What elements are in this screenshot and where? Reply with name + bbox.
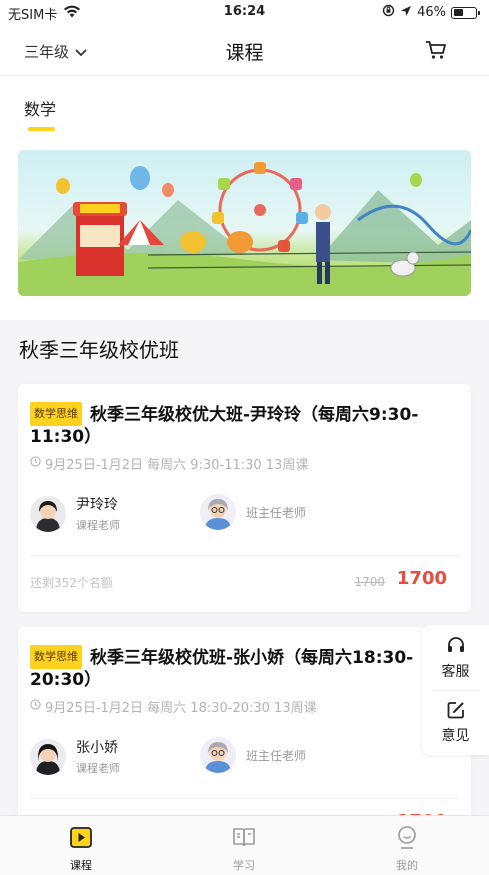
tab-math[interactable]: 数学: [24, 96, 56, 120]
head-teacher-avatar: [200, 494, 236, 530]
teacher-role: 课程老师: [76, 762, 120, 775]
panel-divider: [432, 690, 479, 691]
floating-help-panel: 客服 意见: [422, 625, 489, 755]
edit-icon: [446, 702, 466, 723]
course-icon: [68, 827, 94, 853]
course-price: 1700: [396, 568, 447, 589]
teacher-role: 课程老师: [76, 519, 120, 532]
battery-icon: [451, 6, 480, 19]
course-schedule: 9月25日-1月2日 每周六 18:30-20:30 13周课: [30, 697, 317, 716]
banner-container: [0, 150, 489, 320]
head-teacher-avatar: [200, 737, 236, 773]
course-teacher: 尹玲玲 课程老师: [30, 494, 120, 533]
tab-course-label: 课程: [70, 859, 92, 872]
feedback-button[interactable]: 意见: [422, 701, 489, 745]
head-teacher: 班主任老师: [200, 737, 306, 773]
course-card[interactable]: 数学思维 秋季三年级校优大班-尹玲玲（每周六9:30-11:30） 9月25日-1…: [18, 384, 471, 612]
subject-tab-bar: 数学: [0, 76, 489, 150]
tab-study[interactable]: 学习: [199, 824, 289, 873]
top-nav-bar: 三年级 课程: [0, 26, 489, 76]
course-title-text: 秋季三年级校优班-张小娇（每周六18:30-20:30）: [30, 648, 414, 690]
remaining-seats: 还剩352个名额: [30, 576, 113, 590]
customer-service-button[interactable]: 客服: [422, 637, 489, 681]
head-teacher-role: 班主任老师: [246, 505, 307, 520]
course-schedule: 9月25日-1月2日 每周六 9:30-11:30 13周课: [30, 454, 308, 473]
customer-service-label: 客服: [441, 664, 470, 680]
teacher-avatar: [30, 495, 66, 532]
course-title: 数学思维 秋季三年级校优班-张小娇（每周六18:30-20:30）: [30, 645, 450, 691]
head-teacher: 班主任老师: [200, 494, 306, 530]
tab-profile[interactable]: 我的: [362, 824, 452, 873]
subject-tag: 数学思维: [30, 402, 82, 426]
card-divider: [30, 555, 459, 556]
status-bar: 无SIM卡 16:24 46%: [0, 0, 489, 26]
clock-icon: [30, 456, 41, 471]
teacher-avatar: [30, 738, 66, 775]
course-title: 数学思维 秋季三年级校优大班-尹玲玲（每周六9:30-11:30）: [30, 402, 450, 448]
schedule-text: 9月25日-1月2日 每周六 9:30-11:30 13周课: [45, 458, 309, 473]
course-teacher: 张小娇 课程老师: [30, 737, 120, 776]
tab-course[interactable]: 课程: [36, 824, 126, 873]
lock-rotation-icon: [382, 4, 395, 21]
clock-icon: [30, 699, 41, 714]
head-teacher-role: 班主任老师: [246, 748, 307, 763]
battery-percent: 46%: [417, 5, 446, 20]
teacher-name: 张小娇: [76, 740, 118, 756]
feedback-label: 意见: [441, 728, 470, 744]
tab-study-label: 学习: [233, 859, 255, 872]
course-title-text: 秋季三年级校优大班-尹玲玲（每周六9:30-11:30）: [30, 405, 419, 447]
location-arrow-icon: [400, 5, 412, 21]
bottom-tab-bar: 课程 学习 我的: [0, 815, 489, 875]
schedule-text: 9月25日-1月2日 每周六 18:30-20:30 13周课: [45, 701, 317, 716]
study-book-icon: [231, 828, 257, 853]
amusement-park-illustration: [18, 162, 471, 296]
original-price: 1700: [354, 575, 385, 589]
profile-icon: [394, 826, 420, 853]
section-title: 秋季三年级校优班: [19, 338, 179, 362]
teacher-name: 尹玲玲: [76, 497, 118, 513]
tab-profile-label: 我的: [396, 859, 418, 872]
headset-icon: [446, 637, 466, 659]
course-card[interactable]: 数学思维 秋季三年级校优班-张小娇（每周六18:30-20:30） 9月25日-1…: [18, 627, 471, 832]
page-title: 课程: [225, 42, 264, 64]
promo-banner[interactable]: [18, 150, 471, 296]
card-divider: [30, 798, 459, 799]
active-tab-indicator: [28, 127, 55, 131]
subject-tag: 数学思维: [30, 645, 82, 669]
cart-icon[interactable]: [425, 39, 447, 65]
